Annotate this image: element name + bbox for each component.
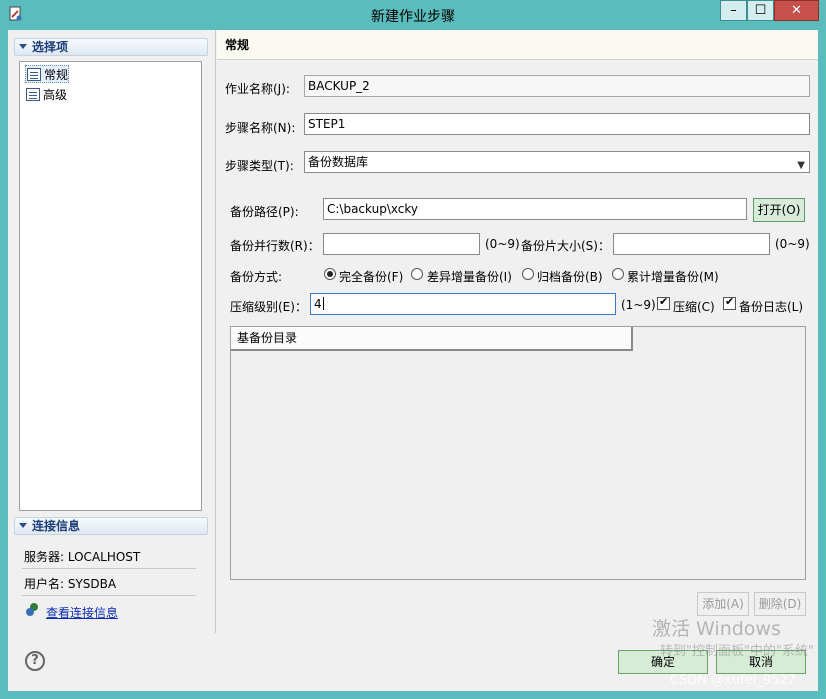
parallel-label: 备份并行数(R)： bbox=[230, 239, 320, 253]
csdn-credit: CSDN @xufei_9527 bbox=[670, 673, 796, 688]
window-title: 新建作业步骤 bbox=[371, 9, 455, 25]
title-bar[interactable]: 新建作业步骤 – ☐ ✕ bbox=[0, 0, 826, 30]
diff-incremental-radio[interactable] bbox=[411, 268, 423, 280]
dialog-window: 新建作业步骤 – ☐ ✕ 选择项 常规 高级 连接信息 服务器: LOCALHO… bbox=[0, 0, 826, 699]
add-button[interactable]: 添加(A) bbox=[697, 592, 749, 616]
backup-path-label: 备份路径(P): bbox=[230, 205, 299, 219]
diff-incremental-label[interactable]: 差异增量备份(I) bbox=[427, 268, 512, 285]
close-button[interactable]: ✕ bbox=[774, 0, 819, 21]
select-header-label: 选择项 bbox=[32, 40, 69, 54]
backup-mode-label: 备份方式: bbox=[230, 270, 283, 284]
base-backup-dir-list[interactable]: 基备份目录 bbox=[230, 326, 806, 580]
sidebar: 选择项 常规 高级 连接信息 服务器: LOCALHOST 用户名: SYSDB… bbox=[8, 30, 216, 633]
connection-section-header[interactable]: 连接信息 bbox=[14, 517, 208, 535]
minimize-button[interactable]: – bbox=[720, 0, 747, 21]
full-backup-radio[interactable] bbox=[324, 268, 336, 280]
step-name-field[interactable]: STEP1 bbox=[304, 113, 810, 135]
cumulative-incremental-label[interactable]: 累计增量备份(M) bbox=[627, 268, 719, 285]
backup-path-field[interactable]: C:\backup\xcky bbox=[323, 198, 747, 220]
parallel-range: (0~9) bbox=[485, 237, 520, 251]
page-tree: 常规 高级 bbox=[19, 61, 202, 511]
archive-backup-label[interactable]: 归档备份(B) bbox=[537, 268, 603, 285]
tree-item-advanced[interactable]: 高级 bbox=[25, 86, 67, 104]
piece-size-range: (0~9) bbox=[775, 237, 810, 251]
job-name-label: 作业名称(J): bbox=[225, 82, 290, 96]
open-button[interactable]: 打开(O) bbox=[753, 198, 805, 222]
page-title: 常规 bbox=[217, 30, 818, 60]
view-connection-link[interactable]: 查看连接信息 bbox=[46, 604, 118, 621]
backup-log-checkbox[interactable] bbox=[723, 295, 736, 310]
activation-watermark-sub: 转到"控制面板"中的"系统" bbox=[660, 644, 814, 659]
step-type-label: 步骤类型(T): bbox=[225, 159, 294, 173]
piece-size-label: 备份片大小(S)： bbox=[521, 239, 610, 253]
user-info: 用户名: SYSDBA bbox=[24, 577, 117, 591]
tree-item-label: 常规 bbox=[44, 68, 69, 82]
compress-level-field[interactable]: 4 bbox=[310, 293, 616, 315]
select-section-header[interactable]: 选择项 bbox=[14, 38, 208, 56]
compress-label[interactable]: 压缩(C) bbox=[673, 298, 715, 315]
compress-checkbox[interactable] bbox=[657, 295, 670, 310]
parallel-field[interactable] bbox=[323, 233, 480, 255]
archive-backup-radio[interactable] bbox=[522, 268, 534, 280]
tree-item-label: 高级 bbox=[43, 88, 68, 102]
connection-header-label: 连接信息 bbox=[32, 519, 81, 533]
compress-range: (1~9) bbox=[621, 298, 656, 312]
step-type-value: 备份数据库 bbox=[308, 155, 369, 169]
tree-item-general[interactable]: 常规 bbox=[25, 65, 70, 83]
piece-size-field[interactable] bbox=[613, 233, 770, 255]
step-name-label: 步骤名称(N): bbox=[225, 121, 296, 135]
delete-button[interactable]: 删除(D) bbox=[754, 592, 806, 616]
general-page: 常规 作业名称(J): BACKUP_2 步骤名称(N): STEP1 步骤类型… bbox=[217, 30, 818, 633]
collapse-triangle-icon bbox=[19, 44, 27, 49]
compress-level-value: 4 bbox=[314, 297, 322, 311]
compress-level-label: 压缩级别(E)： bbox=[230, 300, 307, 314]
help-icon[interactable]: ? bbox=[25, 651, 45, 671]
activation-watermark: 激活 Windows bbox=[652, 618, 781, 640]
connection-info-icon bbox=[26, 603, 38, 616]
job-name-field[interactable]: BACKUP_2 bbox=[304, 75, 810, 97]
server-info: 服务器: LOCALHOST bbox=[24, 550, 141, 564]
maximize-button[interactable]: ☐ bbox=[747, 0, 774, 21]
page-icon bbox=[27, 68, 41, 81]
backup-log-label[interactable]: 备份日志(L) bbox=[739, 298, 803, 315]
full-backup-label[interactable]: 完全备份(F) bbox=[339, 268, 403, 285]
divider bbox=[22, 568, 196, 569]
dialog-client: 选择项 常规 高级 连接信息 服务器: LOCALHOST 用户名: SYSDB… bbox=[8, 30, 818, 691]
step-type-select[interactable]: 备份数据库 ▼ bbox=[304, 151, 810, 173]
text-caret bbox=[322, 297, 324, 310]
chevron-down-icon: ▼ bbox=[797, 160, 805, 171]
collapse-triangle-icon bbox=[19, 523, 27, 528]
column-header-base-dir[interactable]: 基备份目录 bbox=[231, 327, 633, 351]
divider bbox=[22, 595, 196, 596]
page-icon bbox=[26, 88, 40, 101]
cumulative-incremental-radio[interactable] bbox=[612, 268, 624, 280]
